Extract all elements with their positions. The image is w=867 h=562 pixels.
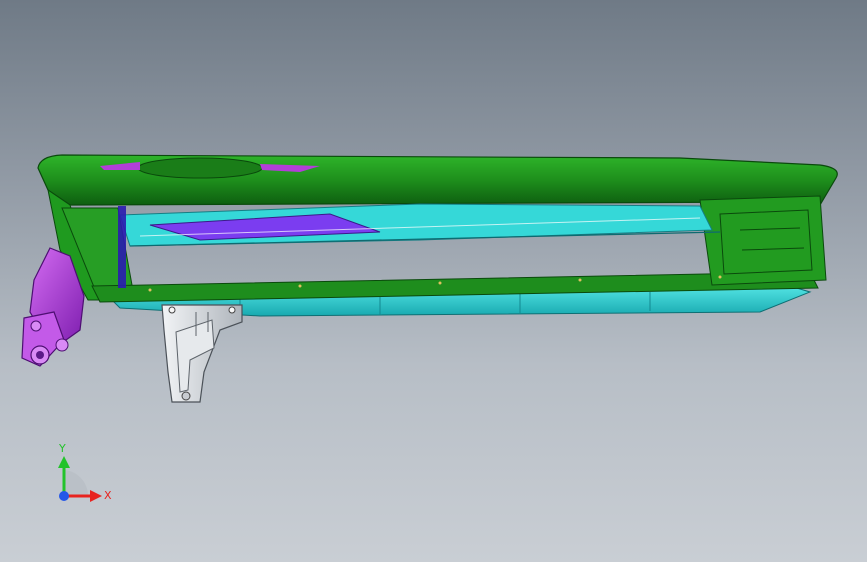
cad-viewport[interactable]: Y X: [0, 0, 867, 562]
z-axis-dot-icon: [59, 491, 69, 501]
coordinate-triad: Y X: [58, 442, 112, 502]
gray-mount-bracket[interactable]: [161, 304, 243, 403]
x-axis-label: X: [104, 489, 112, 502]
triad-quadrant: [64, 470, 89, 496]
y-axis-label: Y: [58, 442, 66, 455]
